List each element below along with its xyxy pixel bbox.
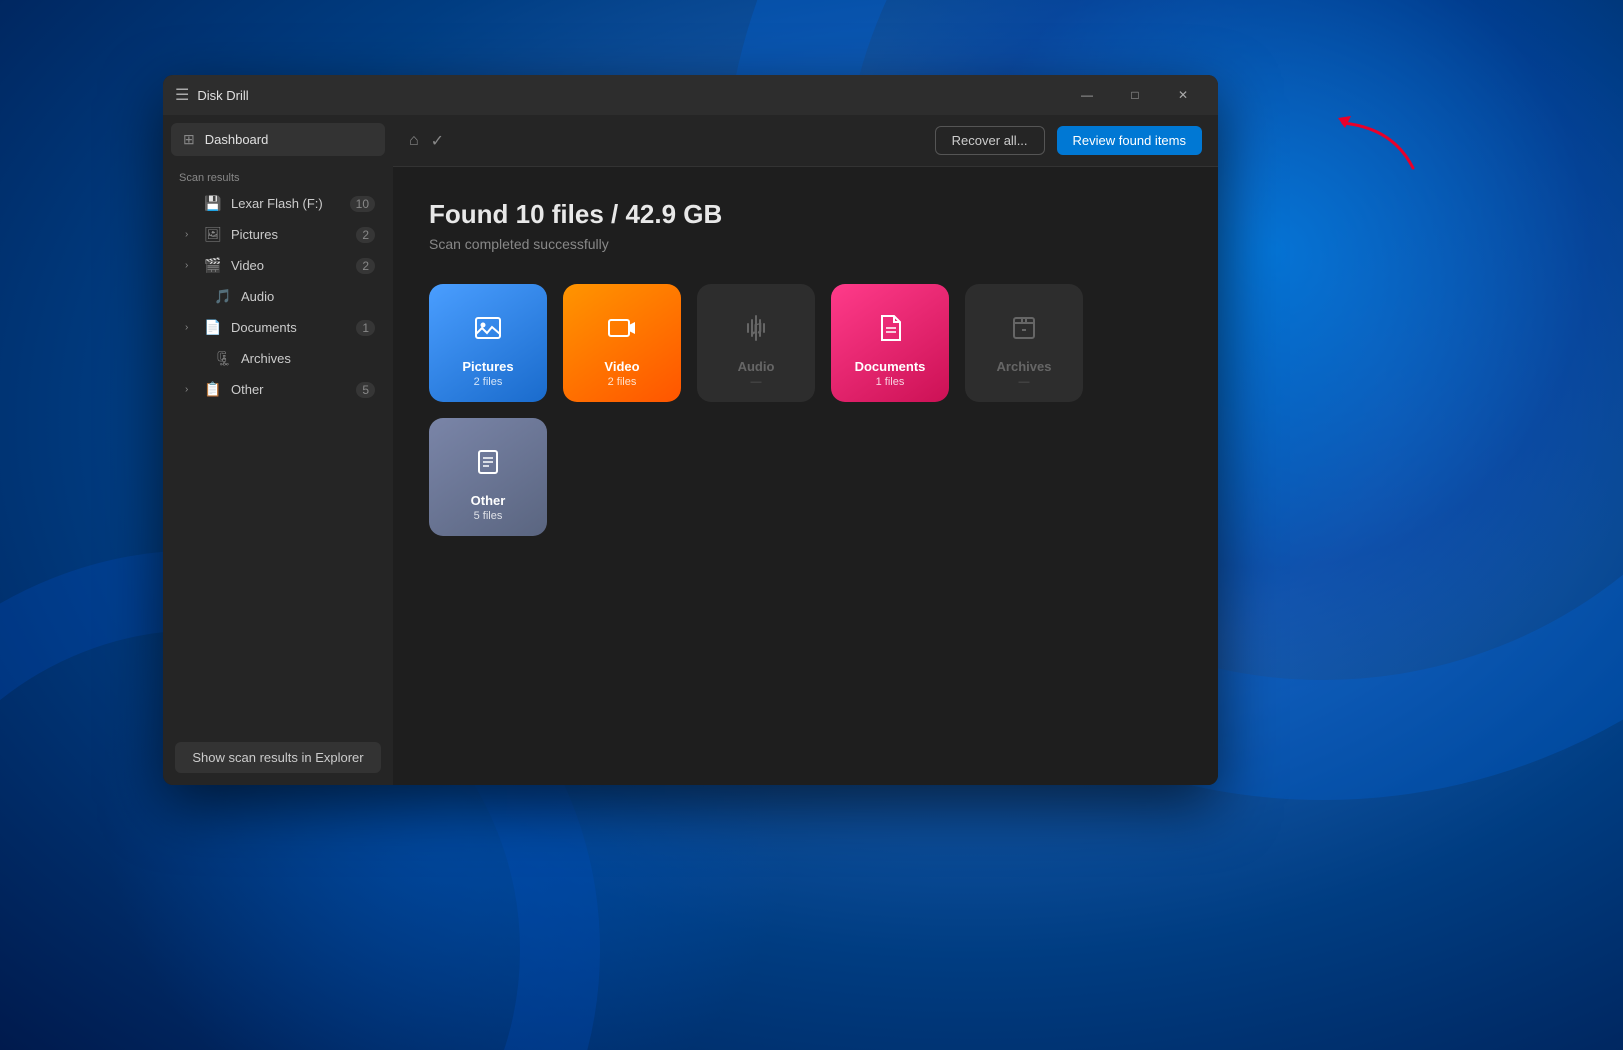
- sidebar-item-audio[interactable]: 🎵 Audio: [169, 282, 387, 311]
- card-other-label: Other: [471, 493, 506, 508]
- title-bar-controls: — □ ✕: [1064, 79, 1206, 111]
- show-explorer-button[interactable]: Show scan results in Explorer: [175, 742, 381, 773]
- video-label: Video: [231, 258, 356, 273]
- app-window: ☰ Disk Drill — □ ✕ ⊞ Dashboard Scan resu…: [163, 75, 1218, 785]
- sidebar-footer: Show scan results in Explorer: [163, 730, 393, 785]
- found-title: Found 10 files / 42.9 GB: [429, 199, 1182, 230]
- card-pictures-count: 2 files: [474, 376, 503, 388]
- drive-icon: 💾: [203, 195, 223, 212]
- card-archives-icon: [1008, 312, 1040, 351]
- card-video-count: 2 files: [608, 376, 637, 388]
- audio-icon: 🎵: [213, 288, 233, 305]
- scan-results-label: Scan results: [163, 164, 393, 188]
- card-audio-icon: ♫: [740, 312, 772, 351]
- other-label: Other: [231, 382, 356, 397]
- pictures-count: 2: [356, 227, 375, 243]
- card-audio-count: —: [751, 376, 762, 388]
- card-archives[interactable]: Archives —: [965, 284, 1083, 402]
- card-audio-label: Audio: [738, 359, 775, 374]
- pictures-icon: 🖼: [203, 226, 223, 243]
- card-pictures[interactable]: Pictures 2 files: [429, 284, 547, 402]
- home-icon[interactable]: ⌂: [409, 132, 419, 150]
- card-documents[interactable]: Documents 1 files: [831, 284, 949, 402]
- sidebar-item-archives[interactable]: 🗜 Archives: [169, 344, 387, 373]
- content-main: Found 10 files / 42.9 GB Scan completed …: [393, 167, 1218, 785]
- video-count: 2: [356, 258, 375, 274]
- category-cards-grid: Pictures 2 files Video 2 files: [429, 284, 1182, 536]
- checkmark-icon[interactable]: ✓: [431, 131, 444, 151]
- card-video[interactable]: Video 2 files: [563, 284, 681, 402]
- minimize-button[interactable]: —: [1064, 79, 1110, 111]
- content-toolbar: ⌂ ✓ Recover all... Review found items: [393, 115, 1218, 167]
- audio-label: Audio: [241, 289, 375, 304]
- documents-label: Documents: [231, 320, 356, 335]
- sidebar-item-video[interactable]: › 🎬 Video 2: [169, 251, 387, 280]
- recover-all-button[interactable]: Recover all...: [935, 126, 1045, 155]
- card-documents-icon: [874, 312, 906, 351]
- card-archives-label: Archives: [997, 359, 1052, 374]
- sidebar-item-lexar[interactable]: 💾 Lexar Flash (F:) 10: [169, 189, 387, 218]
- chevron-right-icon-docs: ›: [185, 322, 199, 333]
- documents-icon: 📄: [203, 319, 223, 336]
- chevron-right-icon-other: ›: [185, 384, 199, 395]
- title-bar: ☰ Disk Drill — □ ✕: [163, 75, 1218, 115]
- card-video-label: Video: [604, 359, 639, 374]
- sidebar-item-dashboard[interactable]: ⊞ Dashboard: [171, 123, 385, 156]
- sidebar: ⊞ Dashboard Scan results 💾 Lexar Flash (…: [163, 115, 393, 785]
- app-body: ⊞ Dashboard Scan results 💾 Lexar Flash (…: [163, 115, 1218, 785]
- card-pictures-label: Pictures: [462, 359, 513, 374]
- grid-icon: ⊞: [183, 131, 195, 148]
- sidebar-item-documents[interactable]: › 📄 Documents 1: [169, 313, 387, 342]
- card-other-icon: [472, 446, 504, 485]
- documents-count: 1: [356, 320, 375, 336]
- sidebar-item-other[interactable]: › 📋 Other 5: [169, 375, 387, 404]
- pictures-label: Pictures: [231, 227, 356, 242]
- archives-icon: 🗜: [213, 350, 233, 367]
- card-video-icon: [606, 312, 638, 351]
- lexar-label: Lexar Flash (F:): [231, 196, 350, 211]
- archives-label: Archives: [241, 351, 375, 366]
- title-bar-left: ☰ Disk Drill: [175, 85, 1064, 105]
- card-other[interactable]: Other 5 files: [429, 418, 547, 536]
- svg-text:♫: ♫: [749, 317, 764, 339]
- close-button[interactable]: ✕: [1160, 79, 1206, 111]
- card-archives-count: —: [1019, 376, 1030, 388]
- card-documents-count: 1 files: [876, 376, 905, 388]
- card-audio[interactable]: ♫ Audio —: [697, 284, 815, 402]
- review-found-button[interactable]: Review found items: [1057, 126, 1202, 155]
- lexar-count: 10: [350, 196, 375, 212]
- found-subtitle: Scan completed successfully: [429, 236, 1182, 252]
- card-documents-label: Documents: [855, 359, 926, 374]
- app-title: Disk Drill: [197, 88, 248, 103]
- other-icon: 📋: [203, 381, 223, 398]
- chevron-right-icon-pictures: ›: [185, 229, 199, 240]
- chevron-right-icon-video: ›: [185, 260, 199, 271]
- sidebar-item-pictures[interactable]: › 🖼 Pictures 2: [169, 220, 387, 249]
- hamburger-icon[interactable]: ☰: [175, 85, 189, 105]
- maximize-button[interactable]: □: [1112, 79, 1158, 111]
- card-other-count: 5 files: [474, 510, 503, 522]
- dashboard-label: Dashboard: [205, 132, 269, 147]
- content-area: ⌂ ✓ Recover all... Review found items Fo…: [393, 115, 1218, 785]
- other-count: 5: [356, 382, 375, 398]
- video-icon: 🎬: [203, 257, 223, 274]
- card-pictures-icon: [472, 312, 504, 351]
